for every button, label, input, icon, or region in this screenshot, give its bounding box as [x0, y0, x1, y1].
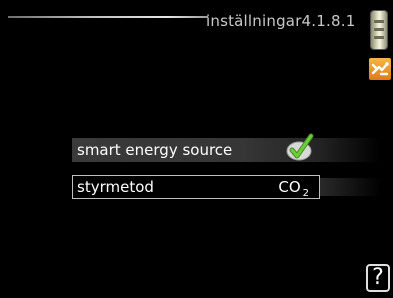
- settings-screen: inställningar4.1.8.1 smart energy source…: [0, 0, 393, 298]
- setting-value: CO 2: [278, 178, 309, 199]
- value-subscript: 2: [302, 188, 309, 199]
- setting-label: styrmetod: [77, 178, 154, 196]
- page-title: inställningar4.1.8.1: [206, 12, 356, 30]
- header-divider: [8, 16, 208, 18]
- setting-row-smart-energy-source[interactable]: smart energy source: [72, 133, 380, 162]
- setting-row-styrmetod[interactable]: styrmetod CO 2: [72, 175, 320, 199]
- setting-label: smart energy source: [77, 141, 233, 159]
- menu-settings-icon[interactable]: [369, 58, 391, 80]
- checkmark-icon[interactable]: [282, 132, 316, 162]
- scroll-indicator-icon[interactable]: [371, 11, 387, 49]
- row-fade: [319, 178, 381, 196]
- help-button[interactable]: ?: [366, 264, 390, 292]
- value-main: CO: [278, 178, 301, 196]
